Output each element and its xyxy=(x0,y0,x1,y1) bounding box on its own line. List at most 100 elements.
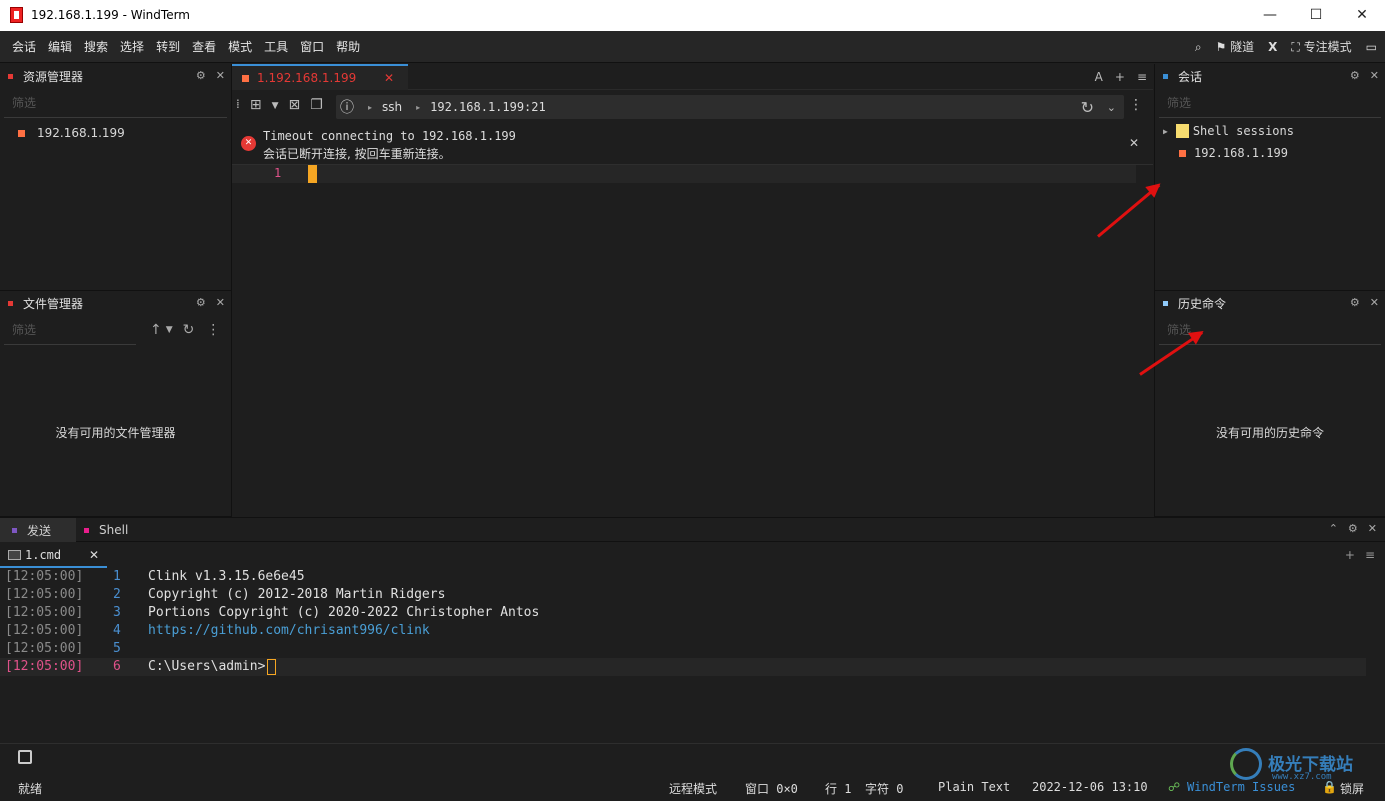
terminal-cursor xyxy=(267,659,276,675)
address-text: 192.168.1.199:21 xyxy=(430,100,546,114)
layout-icon[interactable]: ▭ xyxy=(1366,31,1377,63)
menu-session[interactable]: 会话 xyxy=(6,31,42,63)
tab-menu-icon[interactable]: ≡ xyxy=(1365,548,1375,562)
terminal-editor[interactable]: 1 xyxy=(232,165,1153,516)
tab-send[interactable]: 发送 xyxy=(0,518,76,542)
tunnel-button[interactable]: ⚑ 隧道 xyxy=(1216,31,1255,63)
status-syntax[interactable]: Plain Text xyxy=(938,780,1010,794)
minimize-button[interactable]: — xyxy=(1247,0,1293,31)
status-col: 字符 0 xyxy=(865,782,904,796)
tab-close-icon[interactable]: ✕ xyxy=(384,71,394,85)
x-button[interactable]: X xyxy=(1268,31,1277,63)
sessions-title: 会话 xyxy=(1178,69,1203,84)
app-icon xyxy=(10,7,23,23)
close-window-button[interactable]: ✕ xyxy=(1339,0,1385,31)
sessions-dot-icon xyxy=(1163,73,1168,79)
session-host-item[interactable]: 192.168.1.199 xyxy=(1179,146,1385,160)
watermark-logo xyxy=(1230,748,1262,780)
close-icon[interactable]: ✕ xyxy=(1368,522,1377,535)
more-icon[interactable]: ⋮ xyxy=(1129,97,1143,113)
lock-icon: 🔒 xyxy=(1322,780,1337,794)
new-session-icon[interactable]: ⊞ xyxy=(250,97,262,115)
tab-session[interactable]: 1.192.168.1.199 ✕ xyxy=(232,64,408,90)
terminal-text: Copyright (c) 2012-2018 Martin Ridgers xyxy=(148,587,446,602)
reload-icon[interactable]: ↻ xyxy=(1081,98,1094,117)
menu-view[interactable]: 查看 xyxy=(186,31,222,63)
close-icon[interactable]: ✕ xyxy=(216,69,225,82)
status-issues[interactable]: WindTerm Issues xyxy=(1187,780,1295,794)
close-icon[interactable]: ✕ xyxy=(1370,69,1379,82)
duplicate-icon[interactable]: ❐ xyxy=(310,97,323,115)
refresh-icon[interactable]: ↻ xyxy=(183,322,195,338)
close-notification-icon[interactable]: ✕ xyxy=(1129,136,1139,150)
explorer-filter-input[interactable]: 筛选 xyxy=(4,88,227,118)
gear-icon[interactable]: ⚙ xyxy=(1350,296,1360,309)
font-button[interactable]: A xyxy=(1095,70,1103,84)
tab-cmd[interactable]: 1.cmd ✕ xyxy=(0,544,107,568)
terminal-line: [12:05:00] 4 https://github.com/chrisant99… xyxy=(0,622,1366,640)
terminal-timestamp: [12:05:00] xyxy=(5,605,84,620)
explorer-title: 资源管理器 xyxy=(23,69,84,84)
menu-search[interactable]: 搜索 xyxy=(78,31,114,63)
error-icon: ✕ xyxy=(241,136,256,151)
explorer-dot-icon xyxy=(8,73,13,79)
shell-sessions-folder[interactable]: ▶ Shell sessions xyxy=(1163,124,1385,138)
error-detail: 会话已断开连接, 按回车重新连接。 xyxy=(263,147,451,161)
tab-shell[interactable]: Shell xyxy=(84,518,128,542)
url-bar: ⁞ ⊞ ▼ ⊠ ❐ ⓘ ▸ ssh ▸ 192.168.1.199:21 ↻ ⌄… xyxy=(232,93,1153,121)
focus-mode-button[interactable]: ⛶ 专注模式 xyxy=(1291,31,1351,63)
menu-goto[interactable]: 转到 xyxy=(150,31,186,63)
up-arrow-icon[interactable]: ↑ xyxy=(150,322,162,338)
gear-icon[interactable]: ⚙ xyxy=(1350,69,1360,82)
chevron-right-icon: ▸ xyxy=(368,102,373,112)
title-bar: 192.168.1.199 - WindTerm — ☐ ✕ xyxy=(0,0,1385,31)
add-tab-icon[interactable]: + xyxy=(1115,70,1125,84)
menu-mode[interactable]: 模式 xyxy=(222,31,258,63)
menu-edit[interactable]: 编辑 xyxy=(42,31,78,63)
history-panel: 历史命令 ⚙ ✕ 筛选 没有可用的历史命令 xyxy=(1154,291,1385,517)
expand-icon[interactable]: ▶ xyxy=(1163,127,1168,136)
gear-icon[interactable]: ⚙ xyxy=(196,296,206,309)
terminal-text: C:\Users\admin> xyxy=(148,659,266,674)
disconnect-icon[interactable]: ⊠ xyxy=(288,97,300,115)
status-bar: 就绪 远程模式 窗口 0×0 行 1 字符 0 Plain Text 2022-… xyxy=(0,743,1385,801)
panel-toggle-icon[interactable] xyxy=(18,750,32,764)
address-field[interactable]: ⓘ ▸ ssh ▸ 192.168.1.199:21 ↻ ⌄ xyxy=(336,95,1124,119)
send-dot-icon xyxy=(12,527,17,533)
dropdown-icon[interactable]: ▼ xyxy=(166,325,173,335)
menu-help[interactable]: 帮助 xyxy=(330,31,366,63)
explorer-host-item[interactable]: 192.168.1.199 xyxy=(18,126,231,140)
history-title: 历史命令 xyxy=(1178,296,1227,311)
line-number: 1 xyxy=(274,166,282,180)
menu-window[interactable]: 窗口 xyxy=(294,31,330,63)
add-tab-icon[interactable]: + xyxy=(1345,548,1355,562)
info-icon[interactable]: ⓘ xyxy=(340,97,354,117)
filemgr-title: 文件管理器 xyxy=(23,296,84,311)
protocol-text: ssh xyxy=(382,100,403,114)
grip-icon: ⁞ xyxy=(236,97,240,111)
sessions-filter-input[interactable]: 筛选 xyxy=(1159,88,1381,118)
issues-icon: ☍ xyxy=(1168,780,1181,794)
filemgr-filter-input[interactable]: 筛选 xyxy=(4,315,136,345)
terminal-line: [12:05:00] 2 Copyright (c) 2012-2018 Marti… xyxy=(0,586,1366,604)
more-icon[interactable]: ⋮ xyxy=(206,322,220,338)
close-tab-icon[interactable]: ✕ xyxy=(89,548,99,562)
gear-icon[interactable]: ⚙ xyxy=(1348,522,1358,535)
dropdown-icon[interactable]: ▼ xyxy=(272,97,279,115)
terminal-line-number: 4 xyxy=(113,623,121,638)
menu-tools[interactable]: 工具 xyxy=(258,31,294,63)
search-icon[interactable]: ⌕ xyxy=(1195,31,1202,63)
tab-menu-icon[interactable]: ≡ xyxy=(1137,70,1147,84)
cmd-icon xyxy=(8,550,21,560)
status-lock[interactable]: 锁屏 xyxy=(1340,780,1364,797)
gear-icon[interactable]: ⚙ xyxy=(196,69,206,82)
menu-select[interactable]: 选择 xyxy=(114,31,150,63)
close-icon[interactable]: ✕ xyxy=(216,296,225,309)
terminal-timestamp: [12:05:00] xyxy=(5,569,84,584)
chevron-down-icon[interactable]: ⌄ xyxy=(1107,101,1116,114)
status-mode[interactable]: 远程模式 xyxy=(669,780,717,797)
collapse-icon[interactable]: ⌃ xyxy=(1329,522,1338,535)
close-icon[interactable]: ✕ xyxy=(1370,296,1379,309)
terminal-line-number: 1 xyxy=(113,569,121,584)
maximize-button[interactable]: ☐ xyxy=(1293,0,1339,31)
